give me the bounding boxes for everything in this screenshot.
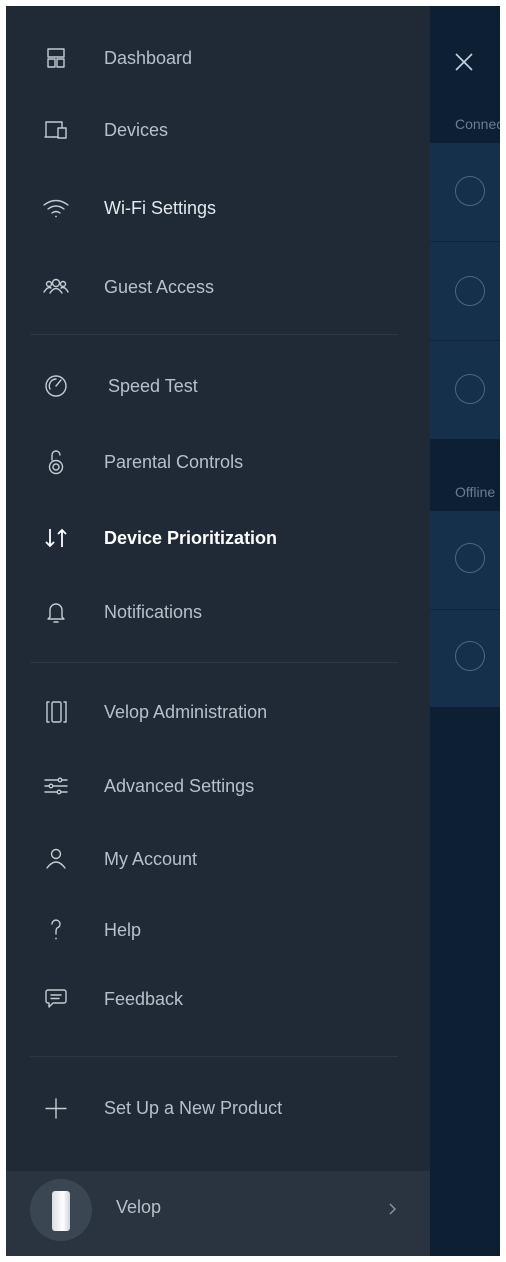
parental-controls-icon xyxy=(40,446,72,478)
menu-item-wifi-settings[interactable]: Wi-Fi Settings xyxy=(6,178,430,238)
chevron-right-icon xyxy=(389,1203,396,1215)
menu-item-help[interactable]: Help xyxy=(6,900,430,960)
menu-item-speed-test[interactable]: Speed Test xyxy=(6,356,430,416)
menu-item-label: Dashboard xyxy=(104,47,193,68)
prioritization-arrows-icon xyxy=(40,522,72,554)
app-window: Connected Offline Dashboard Devices xyxy=(6,6,500,1256)
device-status-ring[interactable] xyxy=(455,641,485,671)
menu-divider xyxy=(30,334,398,335)
menu-item-my-account[interactable]: My Account xyxy=(6,829,430,889)
menu-item-label: Velop Administration xyxy=(104,701,268,722)
navigation-drawer: Dashboard Devices Wi-Fi Settings Guest A… xyxy=(6,6,430,1256)
close-icon[interactable] xyxy=(452,50,476,74)
person-icon xyxy=(40,843,72,875)
plus-icon xyxy=(40,1092,72,1124)
bell-icon xyxy=(40,596,72,628)
menu-item-label: Notifications xyxy=(104,601,203,622)
menu-item-advanced-settings[interactable]: Advanced Settings xyxy=(6,756,430,816)
device-status-ring[interactable] xyxy=(455,276,485,306)
velop-node-image xyxy=(30,1179,92,1241)
menu-divider xyxy=(30,1056,398,1057)
menu-item-label: My Account xyxy=(104,848,198,869)
menu-item-device-prioritization[interactable]: Device Prioritization xyxy=(6,508,430,568)
offline-section-label: Offline xyxy=(455,484,496,500)
menu-item-label: Set Up a New Product xyxy=(104,1097,283,1118)
sliders-icon xyxy=(40,770,72,802)
menu-item-label: Devices xyxy=(104,119,169,140)
menu-item-label: Help xyxy=(104,919,142,940)
menu-item-label: Guest Access xyxy=(104,276,215,297)
wifi-icon xyxy=(40,192,72,224)
menu-item-devices[interactable]: Devices xyxy=(6,100,430,160)
menu-item-dashboard[interactable]: Dashboard xyxy=(6,28,430,88)
menu-item-parental-controls[interactable]: Parental Controls xyxy=(6,432,430,492)
offline-devices-list xyxy=(430,511,500,707)
device-status-ring[interactable] xyxy=(455,374,485,404)
velop-node-label: Velop xyxy=(116,1197,162,1217)
menu-item-velop-administration[interactable]: Velop Administration xyxy=(6,682,430,742)
velop-node-row[interactable]: Velop xyxy=(6,1171,430,1256)
menu-item-label: Speed Test xyxy=(108,375,198,396)
feedback-icon xyxy=(40,983,72,1015)
device-status-ring[interactable] xyxy=(455,543,485,573)
menu-item-label: Device Prioritization xyxy=(104,527,278,548)
menu-item-label: Feedback xyxy=(104,988,184,1009)
menu-item-label: Advanced Settings xyxy=(104,775,255,796)
devices-icon xyxy=(40,114,72,146)
menu-divider xyxy=(30,662,398,663)
menu-item-label: Parental Controls xyxy=(104,451,244,472)
device-status-ring[interactable] xyxy=(455,176,485,206)
menu-item-guest-access[interactable]: Guest Access xyxy=(6,257,430,317)
question-icon xyxy=(40,914,72,946)
menu-item-label: Wi-Fi Settings xyxy=(104,197,217,218)
velop-node-icon xyxy=(40,696,72,728)
dashboard-icon xyxy=(40,42,72,74)
menu-item-feedback[interactable]: Feedback xyxy=(6,969,430,1029)
speedometer-icon xyxy=(40,370,72,402)
menu-item-notifications[interactable]: Notifications xyxy=(6,582,430,642)
menu-item-set-up-new-product[interactable]: Set Up a New Product xyxy=(6,1078,430,1138)
guest-access-icon xyxy=(40,271,72,303)
connected-section-label: Connected xyxy=(455,116,500,132)
